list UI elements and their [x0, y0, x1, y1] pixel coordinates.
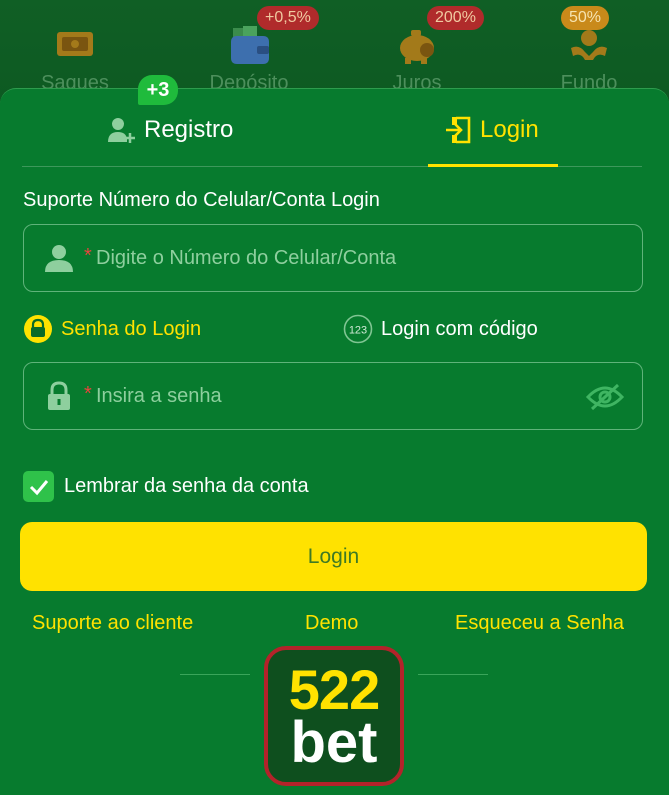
top-item-saques[interactable]: Saques — [15, 0, 135, 100]
tab-login[interactable]: Login — [444, 109, 539, 151]
remember-checkbox[interactable] — [23, 471, 54, 502]
tab-registro-label: Registro — [144, 116, 234, 143]
support-link[interactable]: Suporte ao cliente — [32, 612, 193, 635]
user-icon — [45, 245, 73, 272]
check-icon — [29, 479, 48, 495]
password-field[interactable]: * — [23, 362, 643, 430]
login-mode-password[interactable]: Senha do Login — [23, 314, 201, 344]
login-card: Registro +3 Login Suporte Número do Celu… — [0, 75, 669, 795]
code-icon-text: 123 — [349, 325, 367, 337]
top-item-deposito[interactable]: +0,5% Depósito — [189, 0, 319, 100]
logo-word: bet — [290, 710, 378, 775]
logo-divider-left — [180, 674, 250, 675]
password-input[interactable] — [96, 375, 576, 417]
login-mode-code[interactable]: 123 Login com código — [343, 314, 538, 344]
register-bonus-badge: +3 — [138, 75, 178, 105]
eye-off-icon[interactable] — [586, 381, 624, 413]
add-user-icon — [108, 118, 135, 143]
support-label: Suporte Número do Celular/Conta Login — [23, 189, 380, 211]
lock-icon — [24, 315, 52, 343]
forgot-password-link[interactable]: Esqueceu a Senha — [455, 612, 624, 635]
demo-link[interactable]: Demo — [305, 612, 358, 635]
padlock-icon — [48, 381, 70, 410]
top-item-fundo[interactable]: 50% Fundo — [529, 0, 649, 100]
bonus-badge: 50% — [561, 6, 610, 30]
ticket-icon — [57, 32, 93, 56]
remember-label: Lembrar da senha da conta — [64, 475, 309, 497]
tab-login-label: Login — [480, 116, 539, 143]
login-door-icon — [446, 116, 471, 144]
account-input[interactable] — [96, 237, 576, 279]
tab-registro[interactable]: Registro — [106, 109, 233, 151]
login-mode-code-label: Login com código — [381, 317, 538, 340]
required-mark: * — [84, 245, 92, 267]
bonus-badge: +0,5% — [257, 6, 319, 30]
login-mode-password-label: Senha do Login — [61, 317, 202, 340]
remember-password[interactable]: Lembrar da senha da conta — [23, 471, 309, 502]
account-field[interactable]: * — [23, 224, 643, 292]
logo-divider-right — [418, 674, 488, 675]
bonus-badge: 200% — [427, 6, 484, 30]
top-promo-bar: Saques +0,5% Depósito 200% Juros 50% Fun… — [0, 0, 669, 100]
active-tab-indicator — [428, 164, 558, 167]
login-button[interactable]: Login — [20, 522, 647, 591]
brand-logo: 522 bet — [264, 646, 404, 786]
top-item-juros[interactable]: 200% Juros — [357, 0, 484, 100]
code-123-icon: 123 — [343, 314, 373, 344]
required-mark: * — [84, 383, 92, 405]
